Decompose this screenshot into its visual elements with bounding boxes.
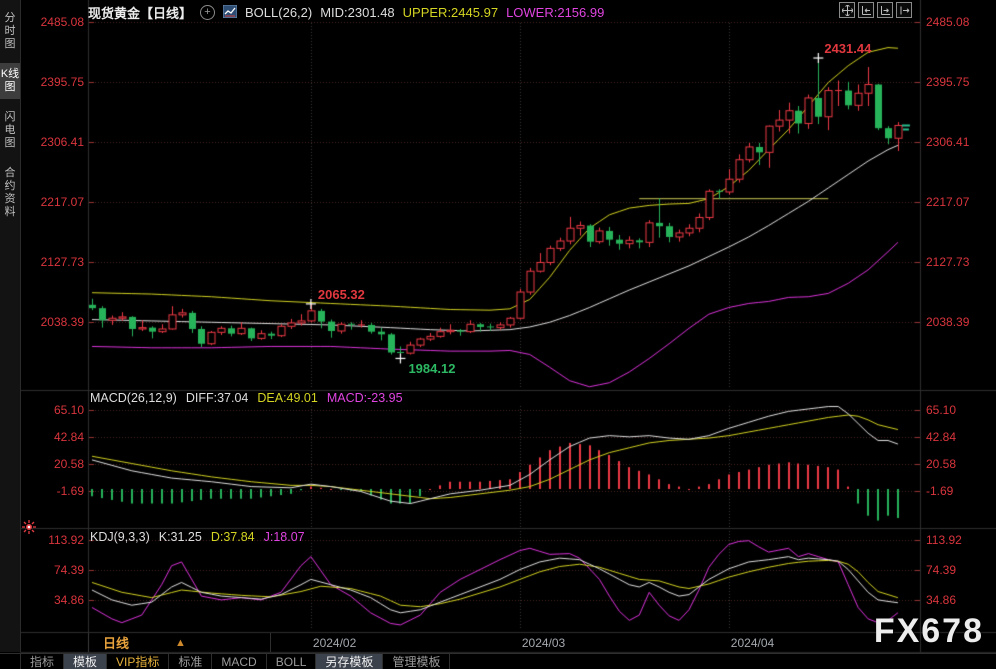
y-axis-label-right: 2127.73 — [926, 255, 969, 269]
kdj-axis-label-left: 113.92 — [34, 533, 84, 547]
macd-panel-header: MACD(26,12,9) DIFF:37.04 DEA:49.01 MACD:… — [90, 391, 403, 405]
sidebar-item-0[interactable]: 分时图 — [0, 7, 20, 56]
macd-axis-label-right: -1.69 — [926, 484, 953, 498]
macd-diff-label: DIFF:37.04 — [186, 391, 249, 405]
kdj-k-label: K:31.25 — [159, 530, 202, 544]
x-axis-date-label: 2024/02 — [313, 636, 356, 650]
macd-title: MACD(26,12,9) — [90, 391, 177, 405]
alert-indicator-icon[interactable] — [22, 520, 36, 539]
sidebar-item-2[interactable]: 闪电图 — [0, 106, 20, 155]
chart-type-icon[interactable] — [223, 5, 237, 21]
macd-axis-label-right: 65.10 — [926, 403, 956, 417]
add-indicator-icon[interactable]: + — [200, 5, 215, 20]
tab-7[interactable]: 管理模板 — [383, 654, 450, 669]
y-axis-label-left: 2127.73 — [22, 255, 84, 269]
axis-zoom-left-icon[interactable] — [858, 2, 874, 18]
boll-mid-label: MID:2301.48 — [320, 5, 394, 20]
tab-0[interactable]: 指标 — [21, 654, 64, 669]
tab-2[interactable]: VIP指标 — [107, 654, 169, 669]
watermark: FX678 — [874, 612, 984, 651]
macd-dea-label: DEA:49.01 — [257, 391, 317, 405]
bottom-tab-bar: 指标模板VIP指标标准MACDBOLL另存模板管理模板 — [0, 653, 996, 669]
kdj-j-label: J:18.07 — [264, 530, 305, 544]
macd-axis-label-right: 20.58 — [926, 457, 956, 471]
y-axis-label-right: 2306.41 — [926, 135, 969, 149]
y-axis-label-left: 2395.75 — [22, 75, 84, 89]
x-axis-date-label: 2024/04 — [731, 636, 774, 650]
tab-3[interactable]: 标准 — [169, 654, 212, 669]
y-axis-label-right: 2038.39 — [926, 315, 969, 329]
tab-1[interactable]: 模板 — [64, 654, 107, 669]
y-axis-label-left: 2217.07 — [22, 195, 84, 209]
macd-axis-label-left: 20.58 — [34, 457, 84, 471]
boll-lower-label: LOWER:2156.99 — [506, 5, 604, 20]
kdj-axis-label-right: 34.86 — [926, 593, 956, 607]
kdj-axis-label-left: 34.86 — [34, 593, 84, 607]
crosshair-icon[interactable] — [839, 2, 855, 18]
boll-upper-label: UPPER:2445.97 — [403, 5, 498, 20]
boll-name-label: BOLL(26,2) — [245, 5, 312, 20]
kdj-d-label: D:37.84 — [211, 530, 255, 544]
symbol-title: 现货黄金【日线】 — [88, 3, 192, 22]
y-axis-label-left: 2306.41 — [22, 135, 84, 149]
y-axis-label-left: 2485.08 — [22, 15, 84, 29]
pan-right-icon[interactable] — [896, 2, 912, 18]
trading-app-window: 分时图 K线图闪电图合约资料 现货黄金【日线】 + BOLL(26,2) MID:… — [0, 0, 996, 669]
macd-value-label: MACD:-23.95 — [327, 391, 403, 405]
tab-5[interactable]: BOLL — [267, 654, 317, 669]
sidebar-item-1[interactable]: K线图 — [0, 63, 20, 99]
kdj-axis-label-left: 74.39 — [34, 563, 84, 577]
chart-header: 现货黄金【日线】 + BOLL(26,2) MID:2301.48 UPPER:… — [88, 3, 604, 22]
tab-4[interactable]: MACD — [212, 654, 266, 669]
y-axis-label-right: 2217.07 — [926, 195, 969, 209]
y-axis-label-right: 2485.08 — [926, 15, 969, 29]
tab-bar-spacer — [0, 654, 21, 669]
price-annotation: 2065.32 — [318, 287, 365, 302]
sidebar: 分时图 K线图闪电图合约资料 — [0, 0, 21, 652]
kdj-axis-label-right: 113.92 — [926, 533, 962, 547]
kdj-axis-label-right: 74.39 — [926, 563, 956, 577]
macd-axis-label-right: 42.84 — [926, 430, 956, 444]
kdj-panel-header: KDJ(9,3,3) K:31.25 D:37.84 J:18.07 — [90, 530, 305, 544]
y-axis-label-right: 2395.75 — [926, 75, 969, 89]
sidebar-item-3[interactable]: 合约资料 — [0, 162, 20, 224]
period-label: 日线 — [103, 633, 129, 652]
y-axis-label-left: 2038.39 — [22, 315, 84, 329]
period-selector[interactable]: 日线 ▲ — [88, 633, 271, 652]
macd-axis-label-left: 42.84 — [34, 430, 84, 444]
kdj-title: KDJ(9,3,3) — [90, 530, 150, 544]
tab-6[interactable]: 另存模板 — [316, 654, 383, 669]
chart-canvas[interactable] — [0, 0, 996, 669]
axis-zoom-right-icon[interactable] — [877, 2, 893, 18]
price-annotation: 1984.12 — [408, 361, 455, 376]
macd-axis-label-left: 65.10 — [34, 403, 84, 417]
price-annotation: 2431.44 — [824, 41, 871, 56]
triangle-up-icon: ▲ — [175, 637, 186, 649]
macd-axis-label-left: -1.69 — [34, 484, 84, 498]
x-axis-date-label: 2024/03 — [522, 636, 565, 650]
chart-toolbar — [839, 2, 912, 18]
